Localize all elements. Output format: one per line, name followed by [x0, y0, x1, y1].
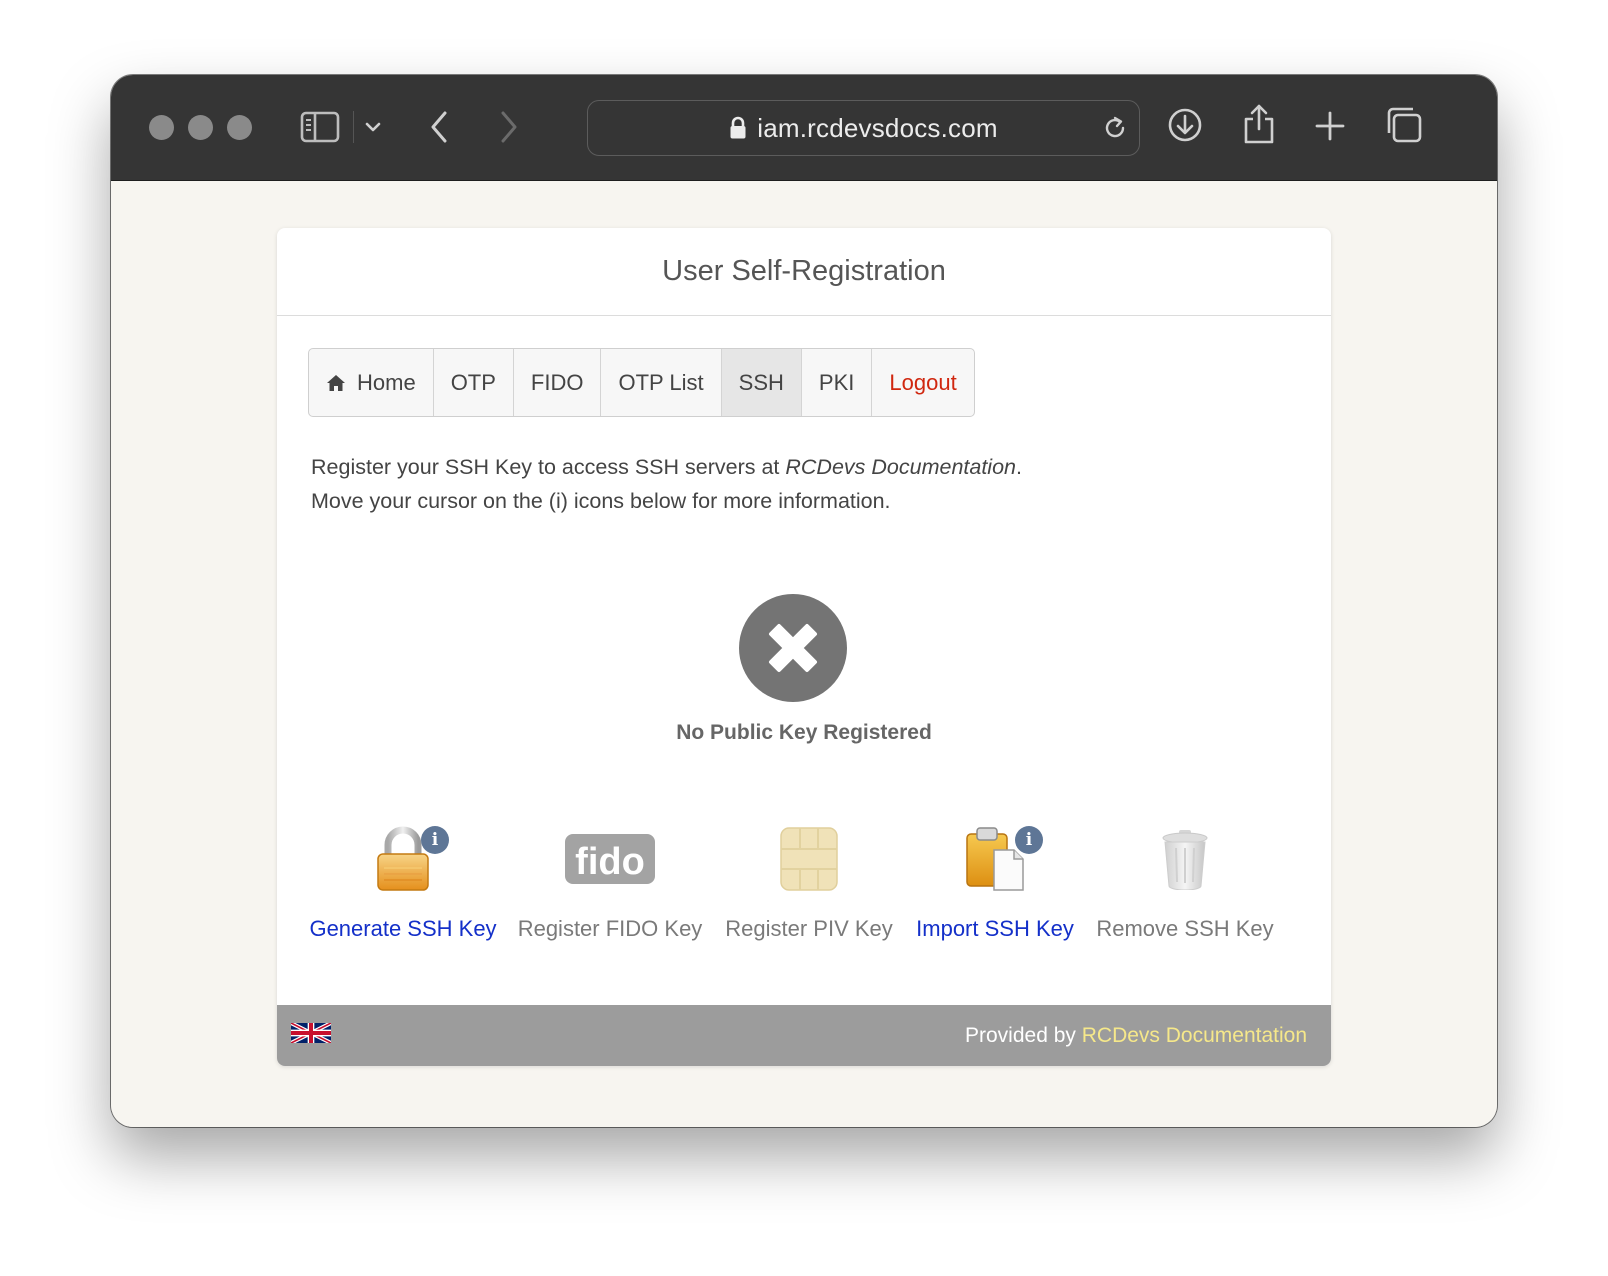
- generate-ssh-key-action[interactable]: i Generate SSH Key: [309, 826, 497, 942]
- share-icon[interactable]: [1239, 101, 1279, 147]
- status-message: No Public Key Registered: [676, 721, 932, 744]
- register-piv-key-action: Register PIV Key: [725, 826, 893, 942]
- toolbar-divider: [353, 111, 354, 143]
- page-content: User Self-Registration Home OTP FIDO OTP…: [111, 181, 1497, 1127]
- chevron-down-icon[interactable]: [361, 115, 385, 139]
- organization-name: RCDevs Documentation: [785, 455, 1016, 479]
- close-window-button[interactable]: [149, 115, 174, 140]
- download-icon[interactable]: [1165, 105, 1205, 145]
- footer-credit: Provided by RCDevs Documentation: [965, 1023, 1307, 1047]
- tab-otp-list[interactable]: OTP List: [601, 349, 722, 416]
- card-footer: Provided by RCDevs Documentation: [277, 1005, 1331, 1066]
- url-text: iam.rcdevsdocs.com: [757, 112, 998, 143]
- tab-home[interactable]: Home: [309, 349, 434, 416]
- sidebar-icon[interactable]: [299, 107, 341, 147]
- generate-ssh-key-link[interactable]: Generate SSH Key: [309, 916, 496, 942]
- smartcard-chip-icon: [780, 826, 838, 896]
- new-tab-icon[interactable]: [1311, 107, 1349, 145]
- info-icon[interactable]: i: [1015, 826, 1043, 854]
- import-ssh-key-action[interactable]: i Import SSH Key: [916, 826, 1074, 942]
- tab-pki[interactable]: PKI: [802, 349, 873, 416]
- trash-can-icon: [1160, 828, 1210, 895]
- browser-window: iam.rcdevsdocs.com User Self-Registratio…: [111, 75, 1497, 1127]
- tab-logout[interactable]: Logout: [872, 349, 973, 416]
- minimize-window-button[interactable]: [188, 115, 213, 140]
- tab-otp[interactable]: OTP: [434, 349, 514, 416]
- info-icon[interactable]: i: [421, 826, 449, 854]
- zoom-window-button[interactable]: [227, 115, 252, 140]
- intro-line-2: Move your cursor on the (i) icons below …: [311, 489, 891, 513]
- error-x-icon: [738, 593, 848, 703]
- tabs-overview-icon[interactable]: [1383, 105, 1425, 145]
- nav-tabs: Home OTP FIDO OTP List SSH PKI Logout: [308, 348, 975, 417]
- home-icon: [326, 374, 346, 392]
- intro-text: Register your SSH Key to access SSH serv…: [311, 450, 1022, 518]
- page-title: User Self-Registration: [662, 255, 946, 287]
- registration-card: User Self-Registration Home OTP FIDO OTP…: [277, 228, 1331, 1066]
- register-fido-key-action: fido Register FIDO Key: [517, 826, 703, 942]
- remove-ssh-key-action: Remove SSH Key: [1096, 826, 1274, 942]
- remove-ssh-key-label: Remove SSH Key: [1096, 916, 1274, 941]
- intro-line-1: Register your SSH Key to access SSH serv…: [311, 455, 1022, 479]
- svg-text:fido: fido: [575, 841, 645, 883]
- tab-home-label: Home: [357, 369, 416, 395]
- back-icon[interactable]: [425, 107, 453, 147]
- lock-icon: [729, 116, 747, 140]
- reload-icon[interactable]: [1101, 114, 1129, 147]
- browser-toolbar: iam.rcdevsdocs.com: [111, 75, 1497, 181]
- uk-flag-icon[interactable]: [291, 1018, 331, 1053]
- tab-ssh[interactable]: SSH: [721, 349, 802, 416]
- fido-logo-icon: fido: [564, 833, 656, 890]
- forward-icon[interactable]: [495, 107, 523, 147]
- provider-link[interactable]: RCDevs Documentation: [1082, 1024, 1307, 1047]
- register-piv-key-label: Register PIV Key: [725, 916, 893, 941]
- tab-fido[interactable]: FIDO: [514, 349, 602, 416]
- card-header: User Self-Registration: [277, 228, 1331, 316]
- import-ssh-key-link[interactable]: Import SSH Key: [916, 916, 1074, 942]
- address-bar[interactable]: iam.rcdevsdocs.com: [587, 100, 1140, 156]
- register-fido-key-label: Register FIDO Key: [517, 916, 703, 941]
